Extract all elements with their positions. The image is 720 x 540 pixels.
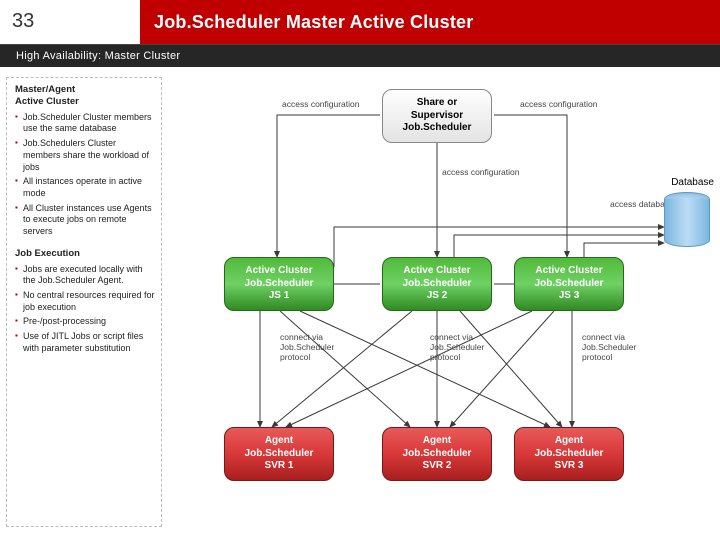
- supervisor-node: Share orSupervisorJob.Scheduler: [382, 89, 492, 143]
- cluster-node-3: Active ClusterJob.SchedulerJS 3: [514, 257, 624, 311]
- agent-node-2: AgentJob.SchedulerSVR 2: [382, 427, 492, 481]
- content: Master/AgentActive Cluster Job.Scheduler…: [0, 67, 720, 537]
- header: 33 Job.Scheduler Master Active Cluster: [0, 0, 720, 44]
- cluster-node-1: Active ClusterJob.SchedulerJS 1: [224, 257, 334, 311]
- list-item: Pre-/post-processing: [15, 316, 155, 328]
- cluster-node-2: Active ClusterJob.SchedulerJS 2: [382, 257, 492, 311]
- sidebar: Master/AgentActive Cluster Job.Scheduler…: [6, 77, 162, 527]
- subtitle: High Availability: Master Cluster: [0, 44, 720, 67]
- label-connect-3: connect viaJob.Schedulerprotocol: [582, 332, 636, 363]
- sidebar-heading-1: Master/AgentActive Cluster: [15, 84, 155, 108]
- label-connect-1: connect viaJob.Schedulerprotocol: [280, 332, 334, 363]
- slide-number: 33: [0, 0, 140, 44]
- database-icon: [664, 192, 710, 252]
- label-access-config-center: access configuration: [442, 167, 520, 177]
- list-item: All instances operate in active mode: [15, 176, 155, 199]
- list-item: All Cluster instances use Agents to exec…: [15, 203, 155, 238]
- label-database: Database: [671, 177, 714, 188]
- sidebar-list-1: Job.Scheduler Cluster members use the sa…: [15, 112, 155, 238]
- sidebar-list-2: Jobs are executed locally with the Job.S…: [15, 264, 155, 355]
- list-item: Job.Schedulers Cluster members share the…: [15, 138, 155, 173]
- page-title: Job.Scheduler Master Active Cluster: [140, 0, 720, 44]
- list-item: Job.Scheduler Cluster members use the sa…: [15, 112, 155, 135]
- agent-node-1: AgentJob.SchedulerSVR 1: [224, 427, 334, 481]
- sidebar-heading-2: Job Execution: [15, 248, 155, 260]
- label-connect-2: connect viaJob.Schedulerprotocol: [430, 332, 484, 363]
- label-access-config-left: access configuration: [282, 99, 360, 109]
- list-item: Use of JITL Jobs or script files with pa…: [15, 331, 155, 354]
- agent-node-3: AgentJob.SchedulerSVR 3: [514, 427, 624, 481]
- label-access-config-right: access configuration: [520, 99, 598, 109]
- list-item: No central resources required for job ex…: [15, 290, 155, 313]
- list-item: Jobs are executed locally with the Job.S…: [15, 264, 155, 287]
- diagram: Share orSupervisorJob.Scheduler access c…: [162, 77, 716, 527]
